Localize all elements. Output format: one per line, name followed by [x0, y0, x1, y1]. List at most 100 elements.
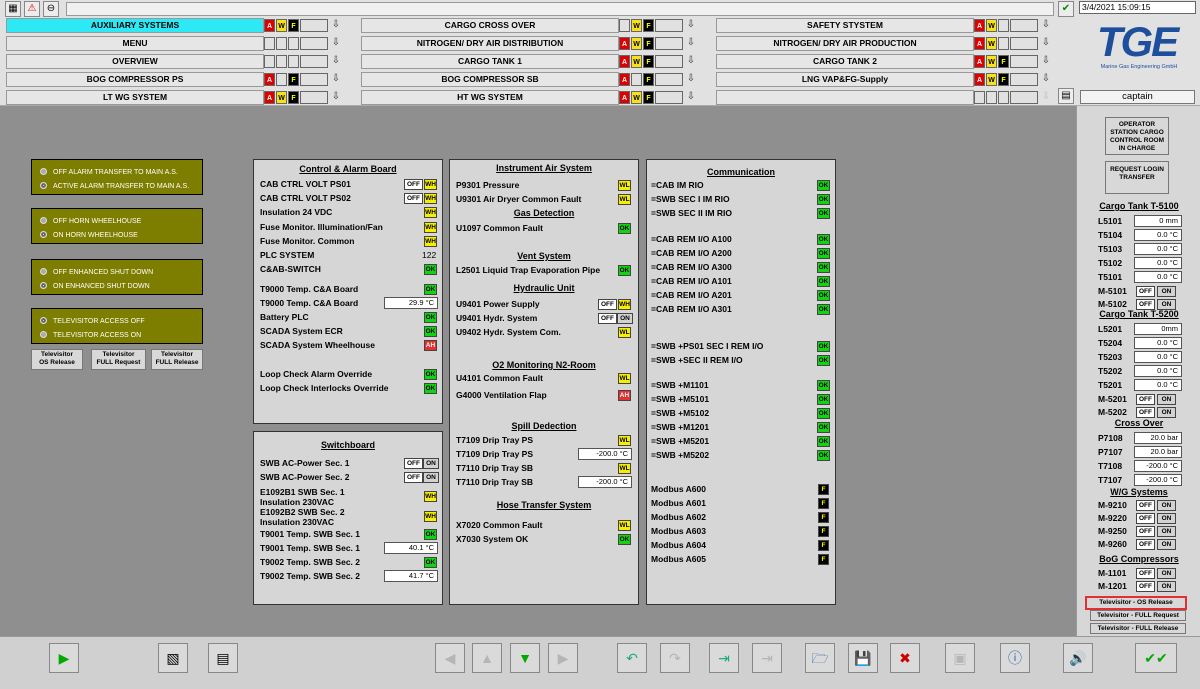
row-label: SCADA System ECR [260, 326, 343, 336]
televisitor-full-request-button[interactable]: Televisitor FULL Request [91, 349, 146, 370]
instrument-section-title-spill: Spill Dedection [511, 421, 577, 431]
motor-on-button[interactable]: ON [1157, 513, 1176, 524]
status-badge-wh: WH [424, 179, 437, 190]
status-badge-ok: OK [817, 380, 830, 391]
redo-icon[interactable]: ↷ [660, 643, 690, 673]
right-section-title-cross: Cross Over [1114, 418, 1164, 428]
motor-off-button[interactable]: OFF [1136, 394, 1155, 405]
work-area: OFF ALARM TRANSFER TO MAIN A.S. ACTIVE A… [0, 106, 1076, 636]
arrow-up-icon[interactable]: ▲ [472, 643, 502, 673]
save-icon[interactable]: 💾 [848, 643, 878, 673]
nav-col2-item-2[interactable]: CARGO TANK 1 [361, 54, 619, 69]
nav-down-arrow-icon[interactable]: ⇩ [685, 18, 697, 32]
undo-icon[interactable]: ↶ [617, 643, 647, 673]
motor-on-button[interactable]: ON [1157, 286, 1176, 297]
temperature-value-field: -200.0 °C [578, 476, 632, 488]
nav-down-arrow-icon[interactable]: ⇩ [330, 54, 342, 68]
nav-col1-item-3[interactable]: BOG COMPRESSOR PS [6, 72, 264, 87]
nav-down-arrow-icon[interactable]: ⇩ [330, 36, 342, 50]
right-value-field: 0 mm [1134, 215, 1182, 227]
nav-down-arrow-icon[interactable]: ⇩ [1040, 72, 1052, 86]
nav-col1-item-4[interactable]: LT WG SYSTEM [6, 90, 264, 105]
horn-on-option[interactable]: ON HORN WHEELHOUSE [40, 231, 138, 239]
horn-off-option[interactable]: OFF HORN WHEELHOUSE [40, 217, 141, 225]
acknowledge-icon[interactable]: ✔ [1058, 1, 1074, 17]
nav-down-arrow-icon[interactable]: ⇩ [685, 36, 697, 50]
nav-col3-item-2[interactable]: CARGO TANK 2 [716, 54, 974, 69]
clipboard-icon[interactable]: ▤ [208, 643, 238, 673]
operator-station-button[interactable]: OPERATOR STATION CARGO CONTROL ROOM IN C… [1105, 117, 1169, 155]
televisitor-on-option[interactable]: TELEVISITOR ACCESS ON [40, 331, 141, 339]
nav-col1-item-2[interactable]: OVERVIEW [6, 54, 264, 69]
nav-col3-item-3[interactable]: LNG VAP&FG-Supply [716, 72, 974, 87]
televisitor-os-release-button[interactable]: Televisitor OS Release [31, 349, 83, 370]
status-badge-ok: OK [618, 223, 631, 234]
nav-down-arrow-icon[interactable]: ⇩ [685, 54, 697, 68]
nav-down-arrow-icon[interactable]: ⇩ [1040, 36, 1052, 50]
motor-on-button[interactable]: ON [1157, 581, 1176, 592]
status-badge-ok: OK [424, 529, 437, 540]
status-badge-ok: OK [817, 394, 830, 405]
nav-col2-item-1[interactable]: NITROGEN/ DRY AIR DISTRIBUTION [361, 36, 619, 51]
nav-down-arrow-icon[interactable]: ⇩ [685, 72, 697, 86]
motor-off-button[interactable]: OFF [1136, 407, 1155, 418]
new-page-icon[interactable]: ▧ [158, 643, 188, 673]
nav-down-arrow-icon[interactable]: ⇩ [1040, 90, 1052, 104]
minus-icon[interactable]: ⊖ [43, 1, 59, 17]
nav-col1-item-0[interactable]: AUXILIARY SYSTEMS [6, 18, 264, 33]
acknowledge-all-icon[interactable]: ✔✔ [1135, 643, 1177, 673]
temperature-value-field: 41.7 °C [384, 570, 438, 582]
motor-off-button[interactable]: OFF [1136, 539, 1155, 550]
arrow-right-icon[interactable]: ▶ [548, 643, 578, 673]
shutdown-on-option[interactable]: ON ENHANCED SHUT DOWN [40, 282, 150, 290]
nav-col1-item-1[interactable]: MENU [6, 36, 264, 51]
nav-down-arrow-icon[interactable]: ⇩ [330, 72, 342, 86]
motor-on-button[interactable]: ON [1157, 526, 1176, 537]
alarm-transfer-off-option[interactable]: OFF ALARM TRANSFER TO MAIN A.S. [40, 168, 178, 176]
nav-down-arrow-icon[interactable]: ⇩ [330, 18, 342, 32]
nav-down-arrow-icon[interactable]: ⇩ [330, 90, 342, 104]
nav-alarm-indicator: W [986, 19, 997, 32]
motor-off-button[interactable]: OFF [1136, 568, 1155, 579]
shutdown-off-option[interactable]: OFF ENHANCED SHUT DOWN [40, 268, 153, 276]
nav-col3-item-4[interactable] [716, 90, 974, 105]
nav-col3-item-0[interactable]: SAFETY STYSTEM [716, 18, 974, 33]
motor-on-button[interactable]: ON [1157, 407, 1176, 418]
nav-col3-item-1[interactable]: NITROGEN/ DRY AIR PRODUCTION [716, 36, 974, 51]
televisitor-right-button-0[interactable]: Televisitor - OS Release [1085, 596, 1187, 610]
view-icon[interactable]: ▣ [945, 643, 975, 673]
motor-on-button[interactable]: ON [1157, 539, 1176, 550]
nav-down-arrow-icon[interactable]: ⇩ [685, 90, 697, 104]
televisitor-right-button-1[interactable]: Televisitor - FULL Request [1090, 610, 1186, 621]
arrow-left-icon[interactable]: ◀ [435, 643, 465, 673]
nav-down-arrow-icon[interactable]: ⇩ [1040, 18, 1052, 32]
folder-icon[interactable]: ▦ [5, 1, 21, 17]
info-icon[interactable]: ⓘ [1000, 643, 1030, 673]
nav-col2-item-4[interactable]: HT WG SYSTEM [361, 90, 619, 105]
nav-col2-item-3[interactable]: BOG COMPRESSOR SB [361, 72, 619, 87]
alarm-transfer-active-option[interactable]: ACTIVE ALARM TRANSFER TO MAIN A.S. [40, 182, 189, 190]
televisitor-full-release-button[interactable]: Televisitor FULL Release [151, 349, 203, 370]
nav-down-arrow-icon[interactable]: ⇩ [1040, 54, 1052, 68]
motor-on-button[interactable]: ON [1157, 500, 1176, 511]
delete-icon[interactable]: ✖ [890, 643, 920, 673]
play-icon[interactable]: ▶ [49, 643, 79, 673]
request-login-transfer-button[interactable]: REQUEST LOGIN TRANSFER [1105, 161, 1169, 194]
televisitor-right-button-2[interactable]: Televisitor - FULL Release [1090, 623, 1186, 634]
motor-off-button[interactable]: OFF [1136, 286, 1155, 297]
arrow-down-icon[interactable]: ▼ [510, 643, 540, 673]
horn-ack-icon[interactable]: 🔊 [1063, 643, 1093, 673]
motor-off-button[interactable]: OFF [1136, 581, 1155, 592]
motor-off-button[interactable]: OFF [1136, 500, 1155, 511]
motor-on-button[interactable]: ON [1157, 568, 1176, 579]
forward-icon[interactable]: ⇥ [709, 643, 739, 673]
televisitor-off-option[interactable]: TELEVISITOR ACCESS OFF [40, 317, 145, 325]
motor-off-button[interactable]: OFF [1136, 526, 1155, 537]
motor-off-button[interactable]: OFF [1136, 513, 1155, 524]
motor-on-button[interactable]: ON [1157, 394, 1176, 405]
forward-disabled-icon[interactable]: ⇥ [752, 643, 782, 673]
warning-icon[interactable]: ⚠ [24, 1, 40, 17]
nav-col2-item-0[interactable]: CARGO CROSS OVER [361, 18, 619, 33]
open-file-icon[interactable]: 🗁 [805, 643, 835, 673]
printer-icon[interactable]: ▤ [1058, 88, 1074, 104]
